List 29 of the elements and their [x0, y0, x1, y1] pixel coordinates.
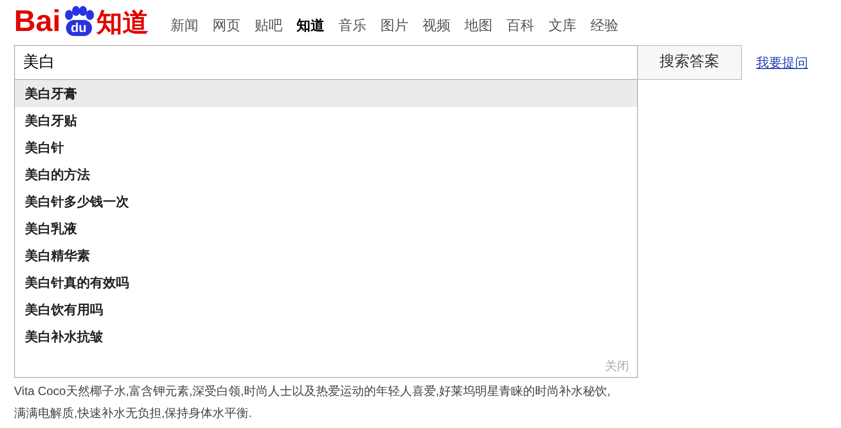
- nav-link[interactable]: 百科: [506, 15, 535, 36]
- nav-link[interactable]: 图片: [380, 15, 409, 36]
- suggestion-item[interactable]: 美白饮有用吗: [15, 296, 637, 323]
- nav-link[interactable]: 网页: [212, 15, 241, 36]
- logo-text: du: [66, 20, 92, 36]
- search-button[interactable]: 搜索答案: [638, 45, 742, 80]
- nav-link[interactable]: 音乐: [338, 15, 367, 36]
- suggestion-item[interactable]: 美白补水抗皱: [15, 323, 637, 350]
- suggestion-item[interactable]: 美白牙贴: [15, 107, 637, 134]
- nav-link[interactable]: 地图: [464, 15, 493, 36]
- ask-question-link[interactable]: 我要提问: [756, 53, 808, 72]
- suggestion-item[interactable]: 美白牙膏: [15, 80, 637, 107]
- nav-link[interactable]: 知道: [296, 15, 325, 36]
- nav-link[interactable]: 视频: [422, 15, 451, 36]
- logo-text: 知道: [96, 7, 149, 37]
- search-field[interactable]: 美白: [14, 45, 638, 80]
- suggestion-item[interactable]: 美白针: [15, 134, 637, 161]
- nav-link[interactable]: 文库: [548, 15, 577, 36]
- suggestion-item[interactable]: 美白精华素: [15, 242, 637, 269]
- nav-link[interactable]: 新闻: [170, 15, 199, 36]
- suggestion-item[interactable]: 美白针真的有效吗: [15, 269, 637, 296]
- nav-link[interactable]: 经验: [590, 15, 619, 36]
- nav-link[interactable]: 贴吧: [254, 15, 283, 36]
- logo-text: Bai: [14, 7, 61, 37]
- description-text: Vita Coco天然椰子水,富含钾元素,深受白领,时尚人士以及热爱运动的年轻人喜爱,好莱坞明星青睐的时尚补水秘饮,满满电解质,快速补水无负担,保持身体水平衡.: [14, 383, 612, 422]
- suggestion-item[interactable]: 美白针多少钱一次: [15, 188, 637, 215]
- suggestion-item[interactable]: 美白的方法: [15, 161, 637, 188]
- paw-icon: [62, 6, 95, 20]
- suggestion-item[interactable]: 美白乳液: [15, 215, 637, 242]
